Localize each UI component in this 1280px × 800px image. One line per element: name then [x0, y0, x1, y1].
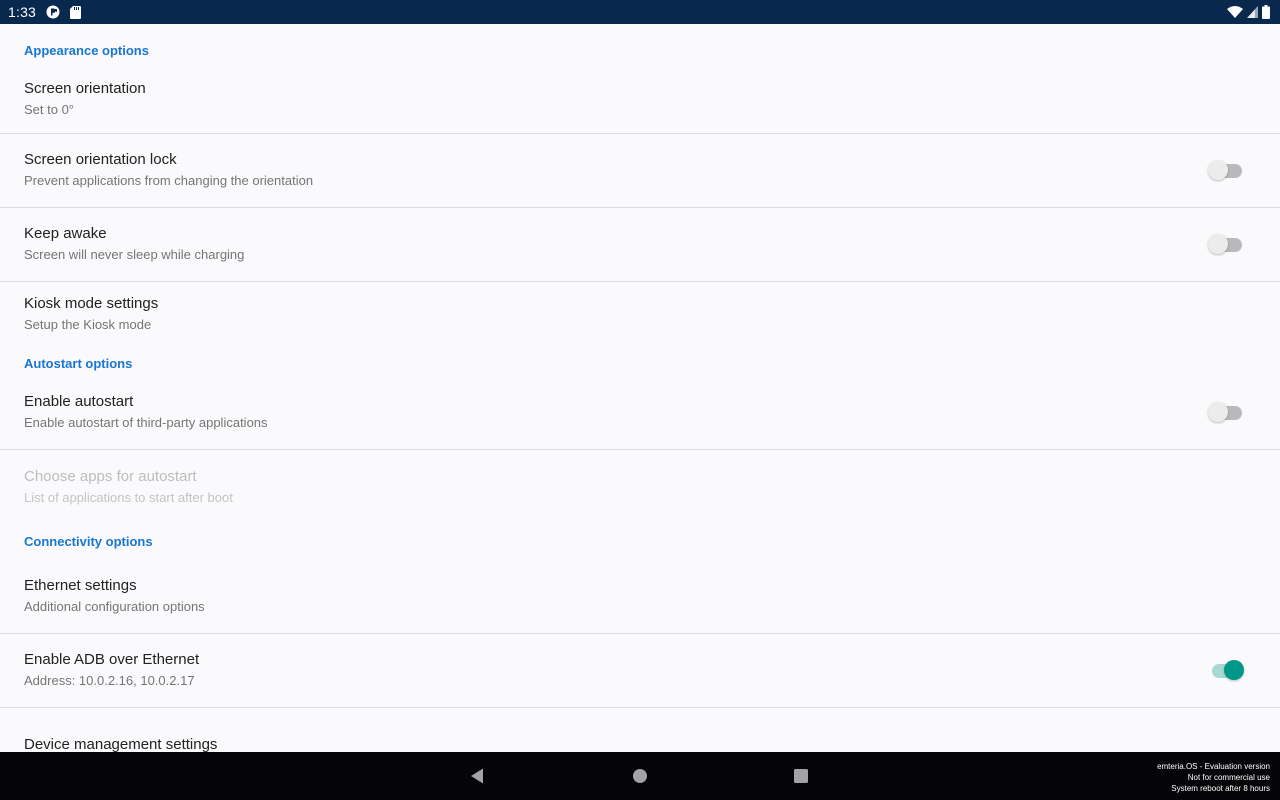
status-bar: 1:33	[0, 0, 1280, 24]
status-right	[1227, 5, 1272, 19]
clock: 1:33	[8, 4, 37, 20]
pref-text: Screen orientation Set to 0°	[24, 79, 146, 120]
pref-title: Enable autostart	[24, 393, 134, 410]
back-button[interactable]	[467, 766, 487, 786]
home-icon	[633, 769, 647, 783]
settings-list[interactable]: Appearance options Screen orientation Se…	[0, 24, 1280, 752]
pref-device-management-settings[interactable]: Device management settings	[0, 708, 1280, 753]
pref-summary: Screen will never sleep while charging	[24, 247, 245, 262]
switch-thumb	[1224, 659, 1244, 680]
pref-text: Keep awake Screen will never sleep while…	[24, 224, 244, 265]
pref-summary: Additional configuration options	[24, 599, 205, 614]
pref-title: Keep awake	[24, 225, 107, 242]
pref-text: Kiosk mode settings Setup the Kiosk mode	[24, 294, 158, 335]
pref-keep-awake[interactable]: Keep awake Screen will never sleep while…	[0, 208, 1280, 282]
home-button[interactable]	[630, 766, 650, 786]
pref-title: Ethernet settings	[24, 577, 137, 594]
pref-title: Kiosk mode settings	[24, 294, 159, 312]
screen-orientation-lock-switch[interactable]	[1208, 159, 1244, 183]
cell-signal-icon	[1247, 6, 1258, 18]
recents-button[interactable]	[791, 766, 811, 786]
pref-summary: Setup the Kiosk mode	[24, 316, 152, 332]
adb-over-ethernet-switch[interactable]	[1208, 659, 1244, 683]
back-icon	[471, 768, 483, 784]
navigation-bar: emteria.OS - Evaluation version Not for …	[0, 752, 1280, 800]
app-notification-icon	[46, 5, 60, 19]
category-appearance-options: Appearance options	[24, 43, 149, 58]
pref-screen-orientation-lock[interactable]: Screen orientation lock Prevent applicat…	[0, 134, 1280, 208]
evaluation-watermark: emteria.OS - Evaluation version Not for …	[1157, 761, 1270, 794]
pref-kiosk-mode-settings[interactable]: Kiosk mode settings Setup the Kiosk mode	[0, 282, 1280, 346]
keep-awake-switch[interactable]	[1208, 233, 1244, 257]
pref-text: Screen orientation lock Prevent applicat…	[24, 150, 313, 191]
pref-choose-apps-for-autostart: Choose apps for autostart List of applic…	[0, 450, 1280, 524]
pref-title: Screen orientation lock	[24, 151, 177, 168]
pref-summary: Address: 10.0.2.16, 10.0.2.17	[24, 673, 195, 688]
pref-text: Ethernet settings Additional configurati…	[24, 576, 205, 617]
pref-enable-adb-over-ethernet[interactable]: Enable ADB over Ethernet Address: 10.0.2…	[0, 634, 1280, 708]
switch-thumb	[1208, 159, 1228, 180]
pref-summary: Enable autostart of third-party applicat…	[24, 415, 268, 430]
wifi-icon	[1227, 6, 1243, 18]
pref-summary: Set to 0°	[24, 102, 75, 117]
category-connectivity-options: Connectivity options	[24, 534, 153, 549]
switch-thumb	[1208, 401, 1228, 422]
enable-autostart-switch[interactable]	[1208, 401, 1244, 425]
watermark-line: emteria.OS - Evaluation version	[1157, 762, 1270, 771]
watermark-line: Not for commercial use	[1187, 773, 1270, 782]
pref-text: Enable ADB over Ethernet Address: 10.0.2…	[24, 650, 199, 691]
pref-text: Device management settings	[24, 735, 217, 753]
watermark-line: System reboot after 8 hours	[1171, 784, 1270, 793]
pref-title: Choose apps for autostart	[24, 467, 197, 485]
switch-thumb	[1208, 233, 1228, 254]
category-autostart-options: Autostart options	[24, 356, 133, 371]
recents-icon	[794, 769, 808, 783]
pref-summary: Prevent applications from changing the o…	[24, 173, 314, 188]
pref-title: Device management settings	[24, 735, 218, 753]
status-left: 1:33	[8, 4, 82, 20]
pref-text: Enable autostart Enable autostart of thi…	[24, 392, 268, 433]
pref-title: Screen orientation	[24, 80, 146, 97]
battery-icon	[1262, 5, 1270, 19]
pref-text: Choose apps for autostart List of applic…	[24, 467, 233, 508]
pref-title: Enable ADB over Ethernet	[24, 651, 200, 668]
pref-summary: List of applications to start after boot	[24, 489, 233, 505]
pref-enable-autostart[interactable]: Enable autostart Enable autostart of thi…	[0, 382, 1280, 450]
sd-card-icon	[70, 5, 82, 19]
pref-screen-orientation[interactable]: Screen orientation Set to 0°	[0, 76, 1280, 134]
pref-ethernet-settings[interactable]: Ethernet settings Additional configurati…	[0, 560, 1280, 634]
